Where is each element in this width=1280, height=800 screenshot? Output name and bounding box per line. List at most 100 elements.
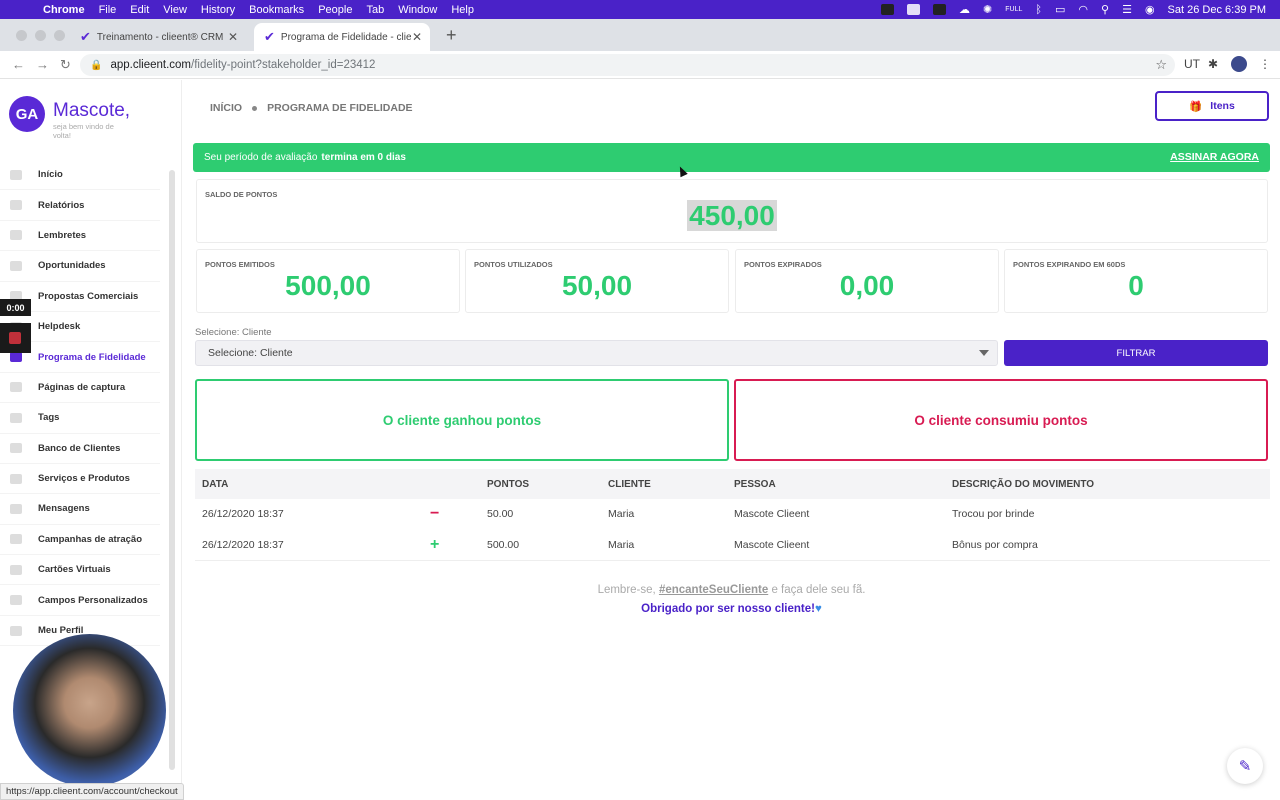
contacts-icon bbox=[10, 443, 22, 454]
table-row: 26/12/2020 18:37 − 50.00 Maria Mascote C… bbox=[195, 499, 1270, 530]
report-icon bbox=[10, 200, 22, 211]
lock-icon[interactable]: 🔒 bbox=[90, 60, 102, 71]
close-tab-icon[interactable]: ✕ bbox=[412, 30, 422, 44]
client-select-value: Selecione: Cliente bbox=[208, 347, 293, 359]
cell-cliente: Maria bbox=[608, 508, 635, 521]
sidebar-item-label: Mensagens bbox=[38, 503, 90, 515]
menu-file[interactable]: File bbox=[99, 4, 117, 16]
magic-wand-icon: ✎ bbox=[1238, 758, 1252, 775]
sidebar-item-campos-personalizados[interactable]: Campos Personalizados bbox=[0, 585, 160, 616]
column-header-cliente[interactable]: CLIENTE bbox=[608, 479, 651, 490]
menu-tab[interactable]: Tab bbox=[366, 4, 384, 16]
menu-edit[interactable]: Edit bbox=[130, 4, 149, 16]
card-label: PONTOS EXPIRANDO EM 60DS bbox=[1013, 260, 1126, 269]
sidebar-item-mensagens[interactable]: Mensagens bbox=[0, 494, 160, 525]
menu-help[interactable]: Help bbox=[451, 4, 474, 16]
filter-icon bbox=[10, 382, 22, 393]
close-tab-icon[interactable]: ✕ bbox=[228, 30, 238, 44]
menu-people[interactable]: People bbox=[318, 4, 352, 16]
menu-history[interactable]: History bbox=[201, 4, 235, 16]
welcome-text: seja bem vindo de volta! bbox=[53, 122, 114, 140]
control-center-icon[interactable]: ☰ bbox=[1122, 3, 1132, 16]
link-status-bar: https://app.clieent.com/account/checkout bbox=[0, 783, 184, 800]
sidebar-item-label: Início bbox=[38, 169, 63, 181]
card-label: PONTOS EXPIRADOS bbox=[744, 260, 822, 269]
address-bar-row: ← → ↻ 🔒 app.clieent.com/fidelity-point?s… bbox=[0, 51, 1280, 79]
extension-ut-icon[interactable]: UT bbox=[1184, 57, 1200, 71]
wifi-icon[interactable]: ◠ bbox=[1078, 3, 1088, 16]
tab-programa-fidelidade[interactable]: ✔ Programa de Fidelidade - clieent ✕ bbox=[254, 23, 430, 51]
filter-button[interactable]: FILTRAR bbox=[1004, 340, 1268, 366]
sidebar-item-oportunidades[interactable]: Oportunidades bbox=[0, 251, 160, 282]
sidebar-item-label: Relatórios bbox=[38, 199, 85, 211]
itens-button[interactable]: 🎁 Itens bbox=[1155, 91, 1269, 121]
sidebar-item-inicio[interactable]: Início bbox=[0, 160, 160, 191]
sidebar-scrollbar[interactable] bbox=[169, 170, 175, 770]
screen-record-icon[interactable] bbox=[881, 4, 895, 15]
back-icon[interactable]: ← bbox=[12, 57, 25, 72]
hashtag-link[interactable]: #encanteSeuCliente bbox=[659, 584, 768, 596]
cell-descricao: Bônus por compra bbox=[952, 538, 1038, 551]
cell-data: 26/12/2020 18:37 bbox=[202, 508, 284, 521]
sidebar-item-banco-clientes[interactable]: Banco de Clientes bbox=[0, 434, 160, 464]
tab-treinamento[interactable]: ✔ Treinamento - clieent® CRM ✕ bbox=[70, 23, 246, 51]
magic-wand-button[interactable]: ✎ bbox=[1227, 748, 1263, 784]
bluetooth-icon[interactable]: ᛒ bbox=[1035, 4, 1042, 16]
spotlight-search-icon[interactable]: ⚲ bbox=[1101, 3, 1109, 16]
megaphone-icon bbox=[10, 534, 22, 545]
column-header-pontos[interactable]: PONTOS bbox=[487, 479, 529, 490]
menu-clock[interactable]: Sat 26 Dec 6:39 PM bbox=[1168, 4, 1266, 16]
column-header-descricao[interactable]: DESCRIÇÃO DO MOVIMENTO bbox=[952, 479, 1094, 490]
profile-avatar-icon[interactable] bbox=[1231, 56, 1247, 72]
url-field[interactable]: 🔒 app.clieent.com/fidelity-point?stakeho… bbox=[80, 54, 1175, 76]
menu-window[interactable]: Window bbox=[398, 4, 437, 16]
siri-icon[interactable]: ◉ bbox=[1145, 3, 1155, 16]
sidebar-item-cartoes-virtuais[interactable]: Cartões Virtuais bbox=[0, 555, 160, 586]
menu-app-name[interactable]: Chrome bbox=[43, 4, 85, 16]
new-tab-icon[interactable]: + bbox=[446, 25, 457, 46]
zoom-window-button[interactable] bbox=[54, 30, 65, 41]
column-header-pessoa[interactable]: PESSOA bbox=[734, 479, 776, 490]
card-value: 500,00 bbox=[285, 270, 371, 301]
sidebar-item-lembretes[interactable]: Lembretes bbox=[0, 221, 160, 252]
status-icons: ☁ ✺ FULL ᛒ ▭ ◠ ⚲ ☰ ◉ Sat 26 Dec 6:39 PM bbox=[881, 0, 1266, 19]
card-icon bbox=[10, 564, 22, 575]
chevron-down-icon bbox=[979, 350, 989, 356]
mail-icon bbox=[10, 503, 22, 514]
breadcrumb-separator bbox=[252, 105, 258, 111]
client-select-label: Selecione: Cliente bbox=[195, 327, 272, 338]
subscribe-now-link[interactable]: ASSINAR AGORA bbox=[1170, 151, 1259, 163]
stop-recording-button[interactable] bbox=[0, 323, 31, 353]
sidebar-item-servicos-produtos[interactable]: Serviços e Produtos bbox=[0, 464, 160, 495]
cloud-icon[interactable]: ☁ bbox=[959, 3, 970, 16]
menu-bookmarks[interactable]: Bookmarks bbox=[249, 4, 304, 16]
tab-title: Programa de Fidelidade - clieent bbox=[280, 31, 411, 43]
sidebar-item-label: Lembretes bbox=[38, 229, 87, 241]
sidebar-item-relatorios[interactable]: Relatórios bbox=[0, 190, 160, 221]
card-value: 450,00 bbox=[687, 200, 777, 231]
extensions-puzzle-icon[interactable]: ✱ bbox=[1208, 57, 1218, 71]
minimize-window-button[interactable] bbox=[35, 30, 46, 41]
bookmark-star-icon[interactable]: ☆ bbox=[1155, 57, 1167, 73]
messenger-icon[interactable] bbox=[933, 4, 947, 15]
reload-icon[interactable]: ↻ bbox=[60, 57, 71, 73]
sidebar-item-paginas-captura[interactable]: Páginas de captura bbox=[0, 373, 160, 404]
breadcrumb-home[interactable]: INÍCIO bbox=[210, 102, 242, 114]
battery-full-label: FULL bbox=[1005, 6, 1023, 13]
close-window-button[interactable] bbox=[16, 30, 27, 41]
user-avatar[interactable]: GA bbox=[9, 96, 45, 132]
display-icon[interactable] bbox=[907, 4, 921, 15]
movements-table: DATA PONTOS CLIENTE PESSOA DESCRIÇÃO DO … bbox=[195, 469, 1270, 561]
sidebar-item-campanhas[interactable]: Campanhas de atração bbox=[0, 525, 160, 556]
webcam-overlay bbox=[13, 634, 166, 787]
brightness-icon[interactable]: ✺ bbox=[983, 3, 992, 16]
column-header-data[interactable]: DATA bbox=[202, 479, 228, 490]
battery-icon[interactable]: ▭ bbox=[1055, 3, 1065, 16]
menu-view[interactable]: View bbox=[163, 4, 187, 16]
sidebar-item-tags[interactable]: Tags bbox=[0, 403, 160, 434]
chrome-menu-icon[interactable]: ⋮ bbox=[1259, 57, 1271, 71]
forward-icon[interactable]: → bbox=[36, 57, 49, 72]
sidebar-item-label: Páginas de captura bbox=[38, 381, 126, 393]
client-select[interactable]: Selecione: Cliente bbox=[195, 340, 998, 366]
cell-cliente: Maria bbox=[608, 538, 635, 551]
